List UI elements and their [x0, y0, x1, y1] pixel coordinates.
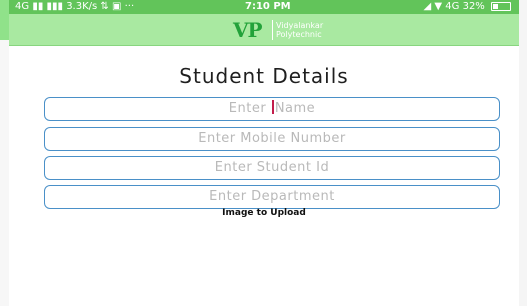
network-label: 4G: [15, 1, 30, 12]
net-speed: 3.3K/s: [66, 1, 98, 12]
notification-icons: ⇅ ▣ ···: [100, 1, 135, 12]
mobile-placeholder: Enter Mobile Number: [198, 131, 346, 146]
phone-screen: 4G ▮▮ ▮▮▮ 3.3K/s ⇅ ▣ ··· 7:10 PM ◢ ▼ 4G …: [9, 0, 519, 306]
signal-icon: ▮▮ ▮▮▮: [32, 1, 67, 12]
text-cursor: [271, 100, 274, 114]
name-placeholder-prefix: Enter: [228, 101, 271, 116]
logo-line1: Vidyalankar: [276, 21, 324, 30]
right-window-edge: [519, 0, 527, 306]
page-title: Student Details: [179, 64, 349, 88]
student-id-placeholder: Enter Student Id: [214, 160, 330, 175]
department-field[interactable]: Enter Department: [44, 185, 500, 209]
status-time: 7:10 PM: [245, 1, 291, 12]
name-placeholder-suffix: Name: [274, 101, 316, 116]
student-id-field[interactable]: Enter Student Id: [44, 156, 500, 180]
status-left: 4G ▮▮ ▮▮▮ 3.3K/s ⇅ ▣ ···: [15, 0, 134, 14]
battery-percent: 32%: [462, 1, 485, 12]
image-upload-label: Image to Upload: [222, 208, 306, 218]
left-edge-accent: [0, 0, 9, 40]
wifi-icon: ◢ ▼: [423, 1, 446, 12]
logo-mark: VP: [233, 18, 263, 42]
network-right: 4G: [445, 1, 460, 12]
battery-icon: [491, 1, 511, 11]
department-placeholder: Enter Department: [209, 189, 335, 204]
mobile-number-field[interactable]: Enter Mobile Number: [44, 127, 500, 151]
logo-divider: [272, 20, 273, 40]
status-bar: 4G ▮▮ ▮▮▮ 3.3K/s ⇅ ▣ ··· 7:10 PM ◢ ▼ 4G …: [9, 0, 519, 14]
name-field[interactable]: Enter Name: [44, 97, 500, 121]
app-bar: VP Vidyalankar Polytechnic: [9, 14, 519, 46]
logo-line2: Polytechnic: [276, 30, 322, 39]
status-right: ◢ ▼ 4G 32%: [424, 0, 511, 14]
